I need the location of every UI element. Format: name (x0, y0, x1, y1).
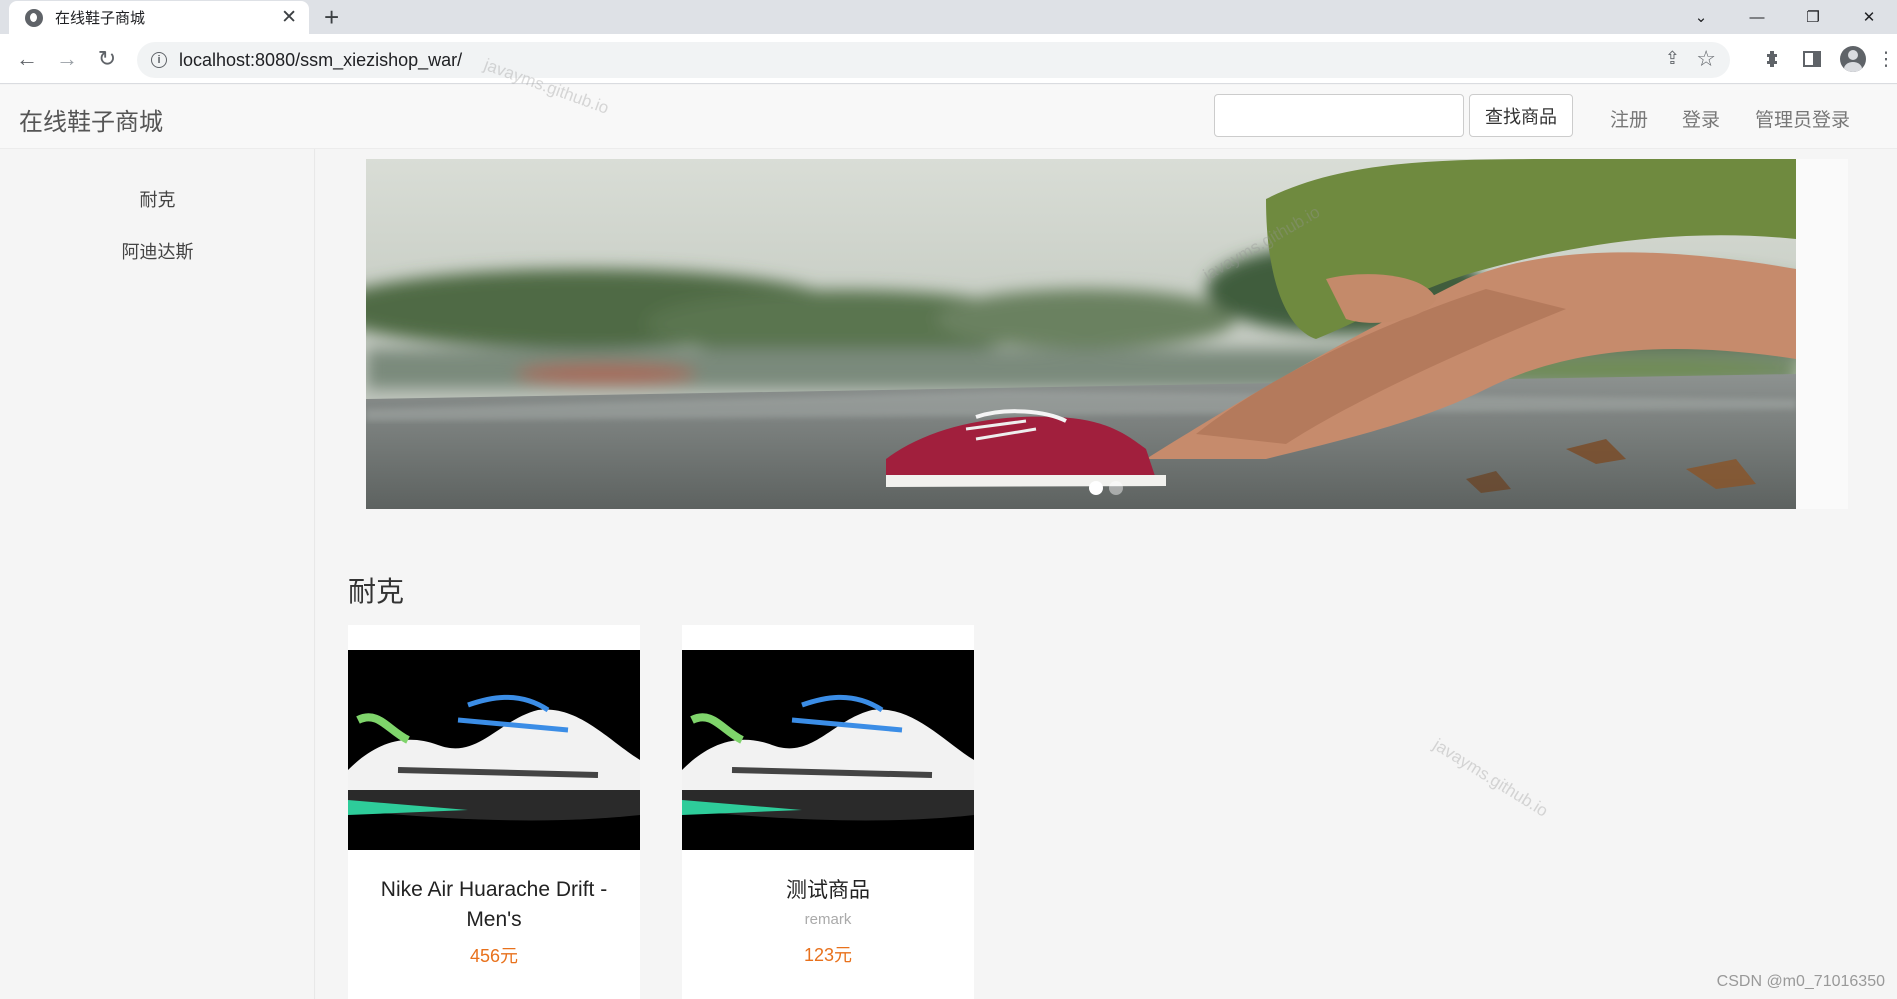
extensions-icon[interactable] (1755, 42, 1789, 76)
credit-text: CSDN @m0_71016350 (1716, 973, 1885, 990)
product-name[interactable]: 测试商品 (692, 876, 964, 906)
product-card[interactable]: 测试商品 remark 123元 (682, 625, 974, 999)
side-panel-icon[interactable] (1795, 42, 1829, 76)
bookmark-star-icon[interactable]: ☆ (1696, 46, 1716, 72)
product-image[interactable] (348, 650, 640, 850)
browser-toolbar: ← → ↻ i localhost:8080/ssm_xiezishop_war… (0, 34, 1897, 84)
globe-icon (25, 8, 43, 27)
product-name[interactable]: Nike Air Huarache Drift - Men's (358, 875, 630, 935)
register-link[interactable]: 注册 (1610, 105, 1648, 132)
brand-logo-text[interactable]: 在线鞋子商城 (19, 102, 163, 137)
url-text: localhost:8080/ssm_xiezishop_war/ (179, 49, 463, 70)
back-icon[interactable]: ← (10, 42, 44, 76)
banner-slide-image (366, 159, 1796, 509)
carousel-indicators (1089, 481, 1123, 495)
login-link[interactable]: 登录 (1682, 105, 1720, 132)
tab-search-icon[interactable]: ⌄ (1673, 0, 1729, 34)
admin-login-link[interactable]: 管理员登录 (1755, 105, 1850, 132)
window-close-icon[interactable]: ✕ (1841, 0, 1897, 34)
search-products-button[interactable]: 查找商品 (1469, 94, 1573, 137)
share-icon[interactable]: ⇪ (1665, 48, 1680, 69)
product-image[interactable] (682, 650, 974, 850)
new-tab-button[interactable]: + (324, 2, 339, 32)
window-controls: ⌄ — ❐ ✕ (1673, 0, 1897, 34)
product-card[interactable]: Nike Air Huarache Drift - Men's 456元 (348, 625, 640, 999)
product-remark: remark (804, 911, 852, 928)
tab-close-icon[interactable]: ✕ (281, 6, 297, 29)
address-bar[interactable]: i localhost:8080/ssm_xiezishop_war/ ⇪ ☆ (137, 42, 1730, 78)
tab-title: 在线鞋子商城 (55, 10, 146, 27)
reload-icon[interactable]: ↻ (90, 42, 124, 76)
product-price: 456元 (469, 946, 519, 966)
forward-icon[interactable]: → (50, 42, 84, 76)
main-content: 耐克 Nike Air Huarache Drift - Men's 456元 (316, 149, 1897, 999)
minimize-icon[interactable]: — (1729, 0, 1785, 34)
section-title: 耐克 (348, 576, 405, 607)
browser-tab[interactable]: 在线鞋子商城 ✕ (9, 1, 309, 34)
sidebar-item-adidas[interactable]: 阿迪达斯 (0, 238, 315, 264)
profile-avatar-icon[interactable] (1836, 42, 1870, 76)
category-sidebar: 耐克 阿迪达斯 (0, 149, 315, 999)
site-info-icon[interactable]: i (151, 52, 167, 68)
sidebar-item-nike[interactable]: 耐克 (0, 186, 315, 212)
restore-icon[interactable]: ❐ (1785, 0, 1841, 34)
product-price: 123元 (803, 945, 853, 965)
search-input[interactable] (1214, 94, 1464, 137)
carousel-dot-1[interactable] (1089, 481, 1103, 495)
menu-kebab-icon[interactable]: ⋮ (1876, 42, 1896, 76)
browser-tabstrip: 在线鞋子商城 ✕ + ⌄ — ❐ ✕ (0, 0, 1897, 34)
site-navbar: 在线鞋子商城 查找商品 注册 登录 管理员登录 (0, 85, 1897, 149)
carousel-dot-2[interactable] (1109, 481, 1123, 495)
banner-carousel[interactable] (366, 159, 1848, 509)
